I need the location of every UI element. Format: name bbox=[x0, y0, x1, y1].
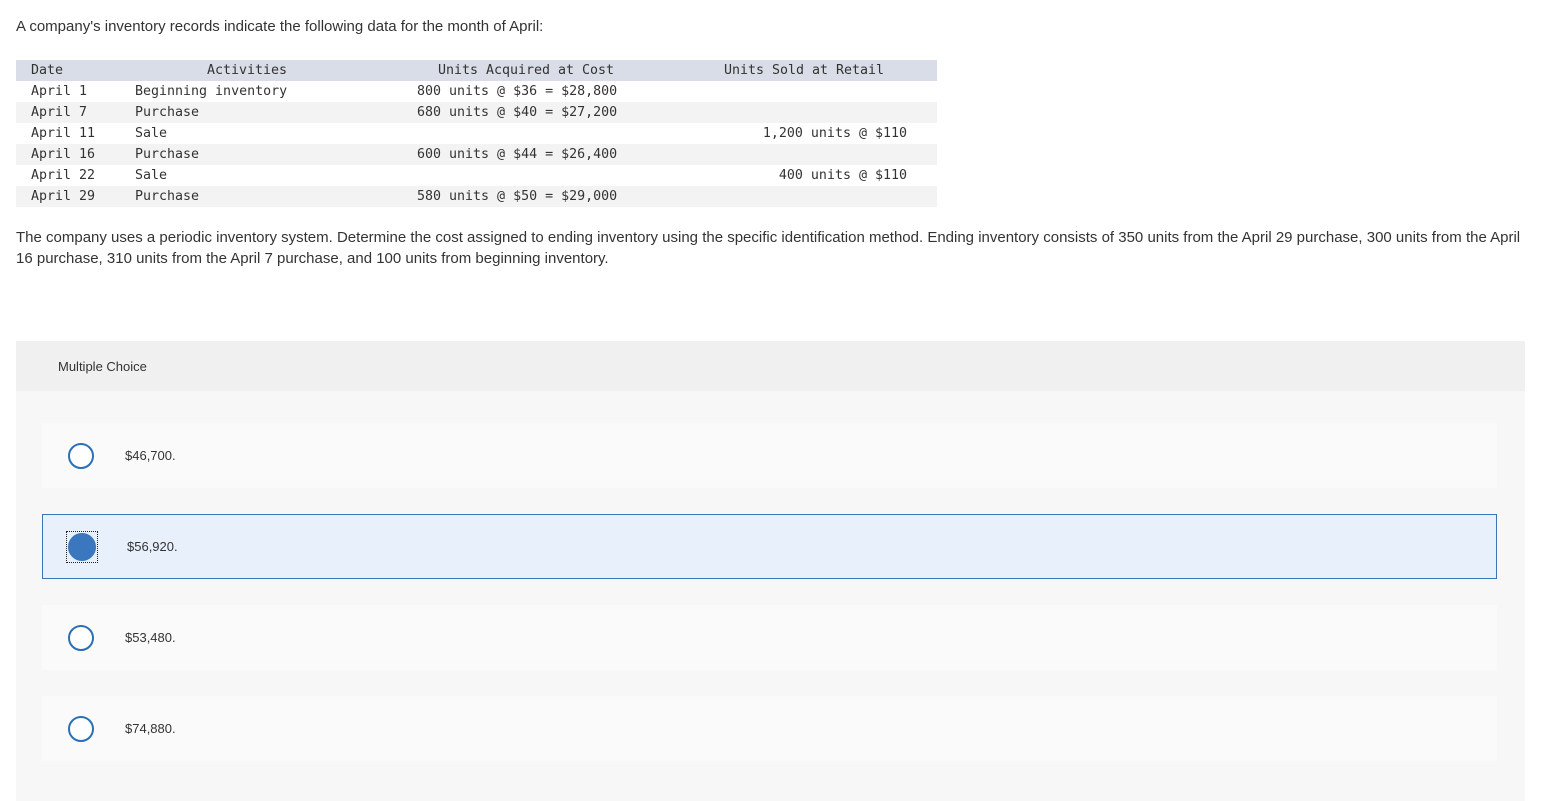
cell-sold: 400 units @ $110 bbox=[778, 168, 907, 183]
cell-sold bbox=[657, 186, 937, 207]
radio-focus-ring bbox=[66, 530, 98, 563]
header-date: Date bbox=[31, 63, 64, 78]
answer-option-label: $46,700. bbox=[125, 448, 176, 463]
answer-option-label: $53,480. bbox=[125, 630, 176, 645]
cell-activity: Purchase bbox=[135, 189, 200, 204]
answer-option[interactable]: $46,700. bbox=[42, 423, 1497, 488]
inventory-table: Date Activities Units Acquired at Cost U… bbox=[16, 60, 937, 207]
cell-date: April 7 bbox=[31, 105, 88, 120]
cell-sold bbox=[657, 81, 937, 102]
cell-acquired: 600 units @ $44 = $26,400 bbox=[417, 147, 618, 162]
cell-activity: Sale bbox=[135, 126, 168, 141]
radio-button-icon[interactable] bbox=[68, 715, 94, 742]
table-header-row: Date Activities Units Acquired at Cost U… bbox=[16, 60, 937, 81]
header-sold: Units Sold at Retail bbox=[723, 63, 885, 78]
cell-sold bbox=[657, 102, 937, 123]
cell-activity: Beginning inventory bbox=[135, 84, 288, 99]
multiple-choice-header: Multiple Choice bbox=[16, 341, 1525, 391]
header-activities: Activities bbox=[207, 63, 288, 78]
cell-date: April 11 bbox=[31, 126, 96, 141]
cell-date: April 16 bbox=[31, 147, 96, 162]
radio-wrap bbox=[66, 623, 96, 653]
cell-acquired bbox=[395, 165, 657, 186]
header-acquired: Units Acquired at Cost bbox=[437, 63, 615, 78]
cell-acquired: 800 units @ $36 = $28,800 bbox=[417, 84, 618, 99]
table-row: April 1 Beginning inventory 800 units @ … bbox=[16, 81, 937, 102]
answer-option[interactable]: $74,880. bbox=[42, 696, 1497, 761]
cell-sold: 1,200 units @ $110 bbox=[762, 126, 907, 141]
cell-activity: Purchase bbox=[135, 147, 200, 162]
table-row: April 11 Sale 1,200 units @ $110 bbox=[16, 123, 937, 144]
cell-date: April 1 bbox=[31, 84, 88, 99]
radio-wrap bbox=[66, 714, 96, 744]
answer-option[interactable]: $53,480. bbox=[42, 605, 1497, 670]
cell-acquired bbox=[395, 123, 657, 144]
answer-option-label: $74,880. bbox=[125, 721, 176, 736]
radio-button-icon[interactable] bbox=[68, 624, 94, 651]
cell-date: April 22 bbox=[31, 168, 96, 183]
multiple-choice-panel: Multiple Choice $46,700. $56,920. $53,48… bbox=[16, 341, 1525, 801]
question-text: The company uses a periodic inventory sy… bbox=[16, 229, 1521, 267]
cell-acquired: 580 units @ $50 = $29,000 bbox=[417, 189, 618, 204]
radio-button-icon[interactable] bbox=[68, 442, 94, 469]
cell-date: April 29 bbox=[31, 189, 96, 204]
multiple-choice-title: Multiple Choice bbox=[58, 358, 147, 374]
cell-sold bbox=[657, 144, 937, 165]
cell-activity: Sale bbox=[135, 168, 168, 183]
answer-option-selected[interactable]: $56,920. bbox=[42, 514, 1497, 579]
answer-option-label: $56,920. bbox=[127, 539, 178, 554]
cell-activity: Purchase bbox=[135, 105, 200, 120]
table-row: April 7 Purchase 680 units @ $40 = $27,2… bbox=[16, 102, 937, 123]
table-row: April 16 Purchase 600 units @ $44 = $26,… bbox=[16, 144, 937, 165]
radio-button-selected-icon[interactable] bbox=[68, 532, 96, 561]
table-row: April 29 Purchase 580 units @ $50 = $29,… bbox=[16, 186, 937, 207]
cell-acquired: 680 units @ $40 = $27,200 bbox=[417, 105, 618, 120]
intro-text: A company's inventory records indicate t… bbox=[16, 18, 544, 35]
table-row: April 22 Sale 400 units @ $110 bbox=[16, 165, 937, 186]
radio-wrap bbox=[66, 441, 96, 471]
